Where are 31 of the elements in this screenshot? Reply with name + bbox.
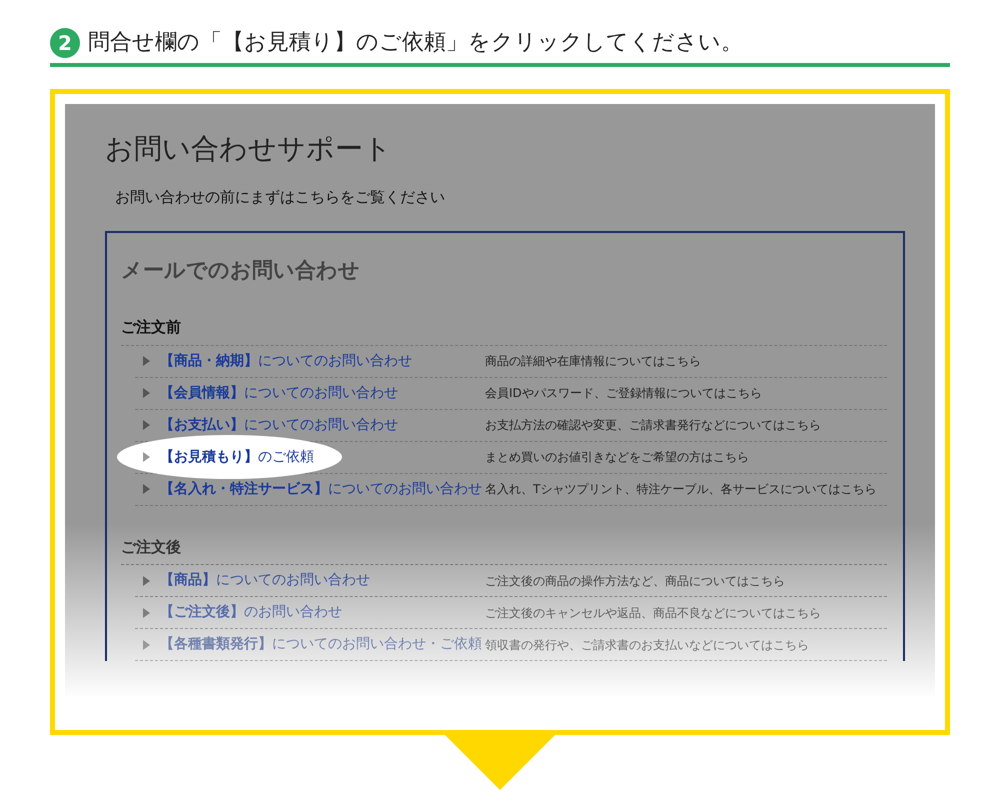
inquiry-description: 会員IDやパスワード、ご登録情報についてはこちら <box>485 385 762 402</box>
inquiry-link[interactable]: 【名入れ・特注サービス】についてのお問い合わせ <box>160 478 485 500</box>
instruction-text: 問合せ欄の「【お見積り】のご依頼」をクリックしてください。 <box>88 29 743 57</box>
inquiry-description: まとめ買いのお値引きなどをご希望の方はこちら <box>485 449 749 466</box>
inquiry-link[interactable]: 【商品・納期】についてのお問い合わせ <box>160 350 485 372</box>
inquiry-link[interactable]: 【会員情報】についてのお問い合わせ <box>160 382 485 404</box>
inquiry-description: ご注文後のキャンセルや返品、商品不良などについてはこちら <box>485 604 821 622</box>
triangle-icon <box>143 640 150 650</box>
inquiry-description: 商品の詳細や在庫情報についてはこちら <box>485 353 701 370</box>
inquiry-description: 領収書の発行や、ご請求書のお支払いなどについてはこちら <box>485 636 809 654</box>
triangle-icon <box>143 484 150 494</box>
inquiry-description: ご注文後の商品の操作方法など、商品についてはこちら <box>485 572 785 590</box>
section-heading: ご注文前 <box>121 316 887 346</box>
inquiry-link[interactable]: 【お見積もり】のご依頼 <box>160 446 485 468</box>
triangle-icon <box>143 356 150 366</box>
inquiry-description: お支払方法の確認や変更、ご請求書発行などについてはこちら <box>485 417 821 434</box>
triangle-icon <box>143 388 150 398</box>
triangle-icon <box>143 452 150 462</box>
inquiry-link[interactable]: 【各種書類発行】についてのお問い合わせ・ご依頼 <box>160 634 485 655</box>
inquiry-link[interactable]: 【ご注文後】のお問い合わせ <box>160 602 485 623</box>
page-subtitle: お問い合わせの前にまずはこちらをご覧ください <box>115 187 446 208</box>
triangle-icon <box>143 420 150 430</box>
inquiry-link[interactable]: 【商品】についてのお問い合わせ <box>160 570 485 591</box>
inquiry-description: 名入れ、Tシャツプリント、特注ケーブル、各サービスについてはこちら <box>485 481 876 498</box>
section-heading: ご注文後 <box>121 536 887 565</box>
triangle-icon <box>143 576 150 586</box>
triangle-icon <box>143 608 150 618</box>
inquiry-link[interactable]: 【お支払い】についてのお問い合わせ <box>160 414 485 436</box>
page-title: お問い合わせサポート <box>105 131 393 167</box>
panel-heading: メールでのお問い合わせ <box>121 256 361 284</box>
step-number: 2 <box>50 28 80 58</box>
